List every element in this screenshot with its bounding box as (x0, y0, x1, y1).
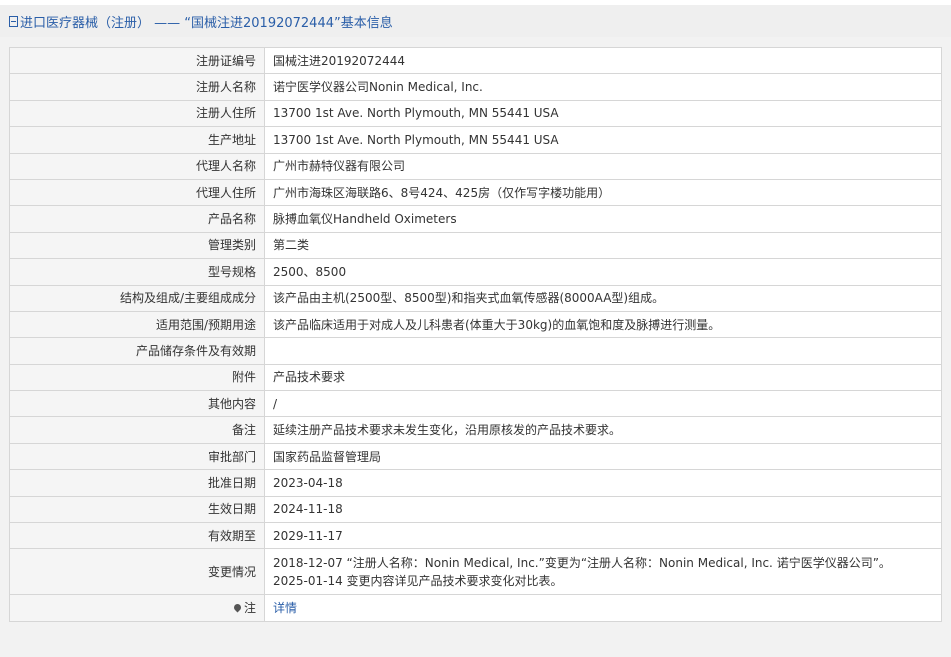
row-value: 该产品临床适用于对成人及儿科患者(体重大于30kg)的血氧饱和度及脉搏进行测量。 (264, 310, 942, 339)
row-value: 2500、8500 (264, 258, 942, 286)
row-value: 2029-11-17 (264, 522, 942, 550)
info-panel: 注册证编号 国械注进20192072444 注册人名称 诺宁医学仪器公司Noni… (0, 37, 951, 657)
row-label: 管理类别 (9, 231, 265, 260)
page-title-bar: 进口医疗器械（注册） —— “国械注进20192072444”基本信息 (0, 5, 951, 37)
row-label: 代理人名称 (9, 152, 265, 180)
table-row: 审批部门 国家药品监督管理局 (9, 442, 942, 471)
table-row: 生产地址 13700 1st Ave. North Plymouth, MN 5… (9, 126, 942, 154)
table-row: 代理人住所 广州市海珠区海联路6、8号424、425房（仅作写字楼功能用） (9, 178, 942, 207)
document-icon (9, 15, 18, 27)
table-row: 批准日期 2023-04-18 (9, 469, 942, 497)
page: 进口医疗器械（注册） —— “国械注进20192072444”基本信息 注册证编… (0, 0, 951, 657)
changes-value: 2018-12-07 “注册人名称：Nonin Medical, Inc.”变更… (264, 548, 942, 596)
table-row: 备注 延续注册产品技术要求未发生变化，沿用原核发的产品技术要求。 (9, 416, 942, 444)
change-entry: 2025-01-14 变更内容详见产品技术要求变化对比表。 (273, 573, 563, 588)
row-label: 附件 (9, 363, 265, 392)
table-row: 结构及组成/主要组成成分 该产品由主机(2500型、8500型)和指夹式血氧传感… (9, 284, 942, 312)
table-row-note: 注 详情 (9, 594, 942, 622)
row-value: 脉搏血氧仪Handheld Oximeters (264, 205, 942, 233)
row-label: 审批部门 (9, 442, 265, 471)
table-row: 生效日期 2024-11-18 (9, 495, 942, 524)
table-row: 代理人名称 广州市赫特仪器有限公司 (9, 152, 942, 180)
table-row: 注册人住所 13700 1st Ave. North Plymouth, MN … (9, 99, 942, 128)
row-label: 批准日期 (9, 469, 265, 497)
change-entry: 2018-12-07 “注册人名称：Nonin Medical, Inc.”变更… (273, 555, 891, 570)
table-row: 型号规格 2500、8500 (9, 258, 942, 286)
info-table: 注册证编号 国械注进20192072444 注册人名称 诺宁医学仪器公司Noni… (9, 46, 942, 622)
note-label-cell: 注 (9, 594, 265, 622)
row-label: 代理人住所 (9, 178, 265, 207)
row-value: 2024-11-18 (264, 495, 942, 524)
row-label: 注册人住所 (9, 99, 265, 128)
details-link[interactable]: 详情 (273, 601, 297, 615)
row-value: 国械注进20192072444 (264, 46, 942, 75)
row-label: 结构及组成/主要组成成分 (9, 284, 265, 312)
row-value: 第二类 (264, 231, 942, 260)
row-label: 有效期至 (9, 522, 265, 550)
row-label: 产品储存条件及有效期 (9, 337, 265, 365)
table-row: 产品名称 脉搏血氧仪Handheld Oximeters (9, 205, 942, 233)
changes-label: 变更情况 (9, 548, 265, 596)
table-row: 有效期至 2029-11-17 (9, 522, 942, 550)
table-row: 注册证编号 国械注进20192072444 (9, 46, 942, 75)
row-value: 广州市海珠区海联路6、8号424、425房（仅作写字楼功能用） (264, 178, 942, 207)
note-label: 注 (243, 601, 256, 616)
row-value: 诺宁医学仪器公司Nonin Medical, Inc. (264, 73, 942, 101)
row-label: 生产地址 (9, 126, 265, 154)
table-row: 附件 产品技术要求 (9, 363, 942, 392)
note-value: 详情 (264, 594, 942, 622)
table-row-changes: 变更情况 2018-12-07 “注册人名称：Nonin Medical, In… (9, 548, 942, 596)
row-label: 生效日期 (9, 495, 265, 524)
row-value: 产品技术要求 (264, 363, 942, 392)
row-value: 国家药品监督管理局 (264, 442, 942, 471)
table-row: 其他内容 / (9, 390, 942, 418)
row-label: 适用范围/预期用途 (9, 310, 265, 339)
row-label: 注册人名称 (9, 73, 265, 101)
row-value: 13700 1st Ave. North Plymouth, MN 55441 … (264, 99, 942, 128)
row-value: 广州市赫特仪器有限公司 (264, 152, 942, 180)
row-label: 产品名称 (9, 205, 265, 233)
row-label: 注册证编号 (9, 46, 265, 75)
location-pin-icon (232, 602, 243, 613)
page-title: 进口医疗器械（注册） —— “国械注进20192072444”基本信息 (20, 15, 393, 31)
row-value: 该产品由主机(2500型、8500型)和指夹式血氧传感器(8000AA型)组成。 (264, 284, 942, 312)
row-label: 备注 (9, 416, 265, 444)
table-row: 注册人名称 诺宁医学仪器公司Nonin Medical, Inc. (9, 73, 942, 101)
row-label: 型号规格 (9, 258, 265, 286)
table-row: 管理类别 第二类 (9, 231, 942, 260)
row-value: 延续注册产品技术要求未发生变化，沿用原核发的产品技术要求。 (264, 416, 942, 444)
row-value: / (264, 390, 942, 418)
row-value: 13700 1st Ave. North Plymouth, MN 55441 … (264, 126, 942, 154)
table-row: 适用范围/预期用途 该产品临床适用于对成人及儿科患者(体重大于30kg)的血氧饱… (9, 310, 942, 339)
row-value: 2023-04-18 (264, 469, 942, 497)
table-row: 产品储存条件及有效期 (9, 337, 942, 365)
row-label: 其他内容 (9, 390, 265, 418)
row-value (264, 337, 942, 365)
